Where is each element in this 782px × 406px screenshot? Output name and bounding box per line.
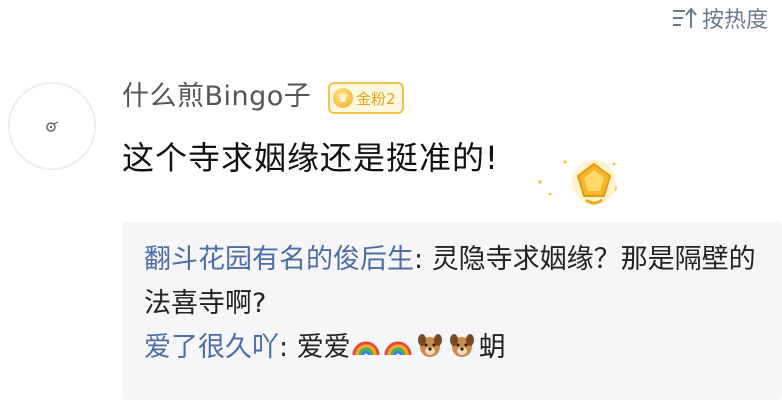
reply-author-link[interactable]: 爱了很久吖 (144, 332, 279, 363)
dog-head-icon (417, 334, 442, 357)
reply-separator: : (414, 244, 432, 275)
fan-level-label: 金粉2 (356, 89, 396, 108)
reply-separator: : (279, 332, 297, 363)
comment-text: 这个寺求姻缘还是挺准的! (122, 139, 499, 177)
comment-username[interactable]: 什么煎Bingo子 (122, 80, 311, 114)
rainbow-icon (384, 341, 412, 356)
reply-item: 翻斗花园有名的俊后生: 灵隐寺求姻缘？那是隔壁的法喜寺啊? (144, 238, 760, 326)
reply-text: 蚏 (478, 332, 506, 363)
avatar-placeholder-icon (46, 121, 59, 132)
rainbow-icon (352, 341, 380, 356)
crown-icon: ♛ (333, 88, 353, 108)
dog-head-icon (449, 334, 474, 357)
sort-label: 按热度 (701, 8, 768, 33)
reply-author-link[interactable]: 翻斗花园有名的俊后生 (144, 244, 414, 275)
fan-level-badge[interactable]: ♛ 金粉2 (328, 82, 404, 114)
reply-text: 爱爱 (296, 332, 351, 363)
sort-icon (672, 7, 697, 28)
avatar[interactable] (8, 82, 96, 170)
gold-medal-icon (538, 160, 617, 205)
reply-box: 翻斗花园有名的俊后生: 灵隐寺求姻缘？那是隔壁的法喜寺啊? 爱了很久吖: 爱爱 (122, 222, 782, 400)
sort-by-hot-button[interactable]: 按热度 (670, 2, 768, 34)
reply-item: 爱了很久吖: 爱爱 蚏 (144, 326, 760, 370)
